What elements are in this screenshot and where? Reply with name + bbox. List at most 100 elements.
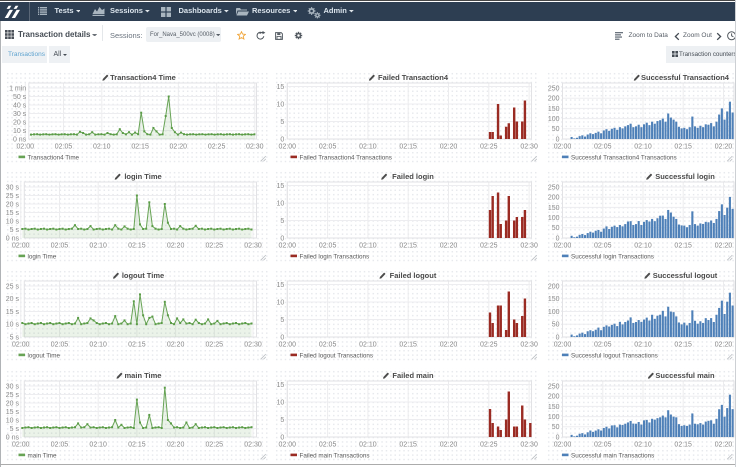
svg-text:02:00: 02:00: [279, 441, 297, 448]
svg-text:20 s: 20 s: [5, 201, 19, 208]
svg-text:02:30: 02:30: [244, 441, 262, 448]
svg-text:02:30: 02:30: [246, 143, 264, 150]
svg-text:02:00: 02:00: [12, 441, 30, 448]
svg-text:02:05: 02:05: [319, 143, 337, 150]
svg-text:10 s: 10 s: [5, 417, 19, 424]
svg-text:Successful logout: Successful logout: [653, 271, 718, 280]
svg-text:logout Time: logout Time: [121, 271, 163, 280]
svg-text:Successful Transaction4 Transa: Successful Transaction4 Transactions: [571, 154, 677, 161]
svg-text:02:10: 02:10: [634, 143, 652, 150]
svg-text:02:25: 02:25: [207, 143, 225, 150]
svg-text:150: 150: [548, 205, 560, 212]
svg-text:02:20: 02:20: [169, 143, 187, 150]
svg-text:02:25: 02:25: [480, 441, 498, 448]
svg-text:50 s: 50 s: [12, 93, 26, 100]
svg-text:15 s: 15 s: [5, 309, 19, 316]
svg-text:02:20: 02:20: [715, 441, 733, 448]
svg-text:02:25: 02:25: [480, 143, 498, 150]
svg-text:25 s: 25 s: [5, 392, 19, 399]
svg-text:5: 5: [280, 417, 284, 424]
svg-text:250: 250: [548, 383, 560, 390]
svg-text:login Time: login Time: [124, 172, 161, 181]
svg-text:02:25: 02:25: [205, 441, 223, 448]
svg-text:Failed main: Failed main: [392, 371, 434, 380]
svg-text:02:10: 02:10: [93, 143, 111, 150]
svg-text:Failed Transaction4: Failed Transaction4: [378, 73, 449, 82]
svg-text:02:20: 02:20: [440, 143, 458, 150]
svg-text:Successful login: Successful login: [655, 172, 715, 181]
svg-text:02:25: 02:25: [480, 342, 498, 349]
svg-text:10: 10: [277, 101, 285, 108]
svg-text:15: 15: [277, 83, 285, 90]
svg-text:02:00: 02:00: [554, 242, 572, 249]
svg-text:150: 150: [548, 404, 560, 411]
svg-text:25 s: 25 s: [5, 284, 19, 291]
svg-text:02:25: 02:25: [205, 242, 223, 249]
svg-text:150: 150: [548, 296, 560, 303]
svg-text:Successful Transaction4: Successful Transaction4: [641, 73, 730, 82]
svg-text:50: 50: [552, 225, 560, 232]
svg-text:02:20: 02:20: [715, 143, 733, 150]
svg-text:02:00: 02:00: [554, 143, 572, 150]
svg-text:02:20: 02:20: [440, 342, 458, 349]
svg-text:20 s: 20 s: [5, 296, 19, 303]
svg-text:02:15: 02:15: [399, 441, 417, 448]
svg-text:10 s: 10 s: [12, 127, 26, 134]
svg-text:Transaction4 Time: Transaction4 Time: [27, 154, 79, 161]
svg-text:200: 200: [548, 393, 560, 400]
svg-text:02:20: 02:20: [440, 242, 458, 249]
svg-text:02:25: 02:25: [480, 242, 498, 249]
svg-text:1 min: 1 min: [9, 85, 26, 92]
svg-text:Failed login Transactions: Failed login Transactions: [300, 253, 370, 260]
svg-text:Successful login Transactions: Successful login Transactions: [571, 253, 654, 260]
svg-text:02:10: 02:10: [359, 441, 377, 448]
svg-text:02:00: 02:00: [279, 242, 297, 249]
svg-text:Failed main Transactions: Failed main Transactions: [300, 452, 370, 459]
svg-text:02:05: 02:05: [594, 143, 612, 150]
svg-text:100: 100: [548, 414, 560, 421]
svg-text:30 s: 30 s: [5, 184, 19, 191]
svg-text:02:30: 02:30: [244, 242, 262, 249]
svg-text:Successful logout Transactions: Successful logout Transactions: [571, 353, 658, 360]
svg-text:Successful main: Successful main: [655, 371, 715, 380]
svg-text:25 s: 25 s: [5, 193, 19, 200]
svg-text:02:10: 02:10: [359, 242, 377, 249]
svg-text:02:15: 02:15: [128, 242, 146, 249]
svg-text:250: 250: [548, 85, 560, 92]
svg-text:02:05: 02:05: [319, 342, 337, 349]
svg-text:Successful main Transactions: Successful main Transactions: [571, 452, 654, 459]
svg-text:02:15: 02:15: [674, 242, 692, 249]
svg-text:02:00: 02:00: [279, 342, 297, 349]
svg-text:main Time: main Time: [27, 452, 57, 459]
svg-text:15 s: 15 s: [5, 409, 19, 416]
svg-text:02:20: 02:20: [715, 242, 733, 249]
svg-text:5 s: 5 s: [9, 426, 19, 433]
svg-text:5: 5: [280, 317, 284, 324]
svg-text:20 s: 20 s: [12, 119, 26, 126]
svg-text:02:20: 02:20: [166, 342, 184, 349]
svg-text:10: 10: [277, 200, 285, 207]
svg-text:02:05: 02:05: [50, 441, 68, 448]
svg-text:login Time: login Time: [27, 253, 56, 260]
svg-text:main Time: main Time: [124, 371, 161, 380]
svg-text:15: 15: [277, 183, 285, 190]
svg-text:02:15: 02:15: [674, 441, 692, 448]
svg-text:250: 250: [548, 184, 560, 191]
svg-text:02:00: 02:00: [16, 143, 34, 150]
svg-text:50: 50: [552, 424, 560, 431]
svg-text:02:05: 02:05: [319, 242, 337, 249]
svg-text:02:10: 02:10: [359, 143, 377, 150]
svg-text:40 s: 40 s: [12, 102, 26, 109]
svg-text:02:20: 02:20: [715, 342, 733, 349]
svg-text:30 s: 30 s: [5, 383, 19, 390]
svg-text:Failed Transaction4 Transactio: Failed Transaction4 Transactions: [300, 154, 392, 161]
svg-text:02:15: 02:15: [131, 143, 149, 150]
svg-text:02:30: 02:30: [520, 441, 538, 448]
svg-text:02:15: 02:15: [399, 143, 417, 150]
svg-text:02:05: 02:05: [594, 242, 612, 249]
svg-text:02:10: 02:10: [89, 342, 107, 349]
svg-text:15 s: 15 s: [5, 210, 19, 217]
svg-text:02:30: 02:30: [520, 143, 538, 150]
svg-text:02:00: 02:00: [554, 441, 572, 448]
svg-text:02:00: 02:00: [12, 242, 30, 249]
